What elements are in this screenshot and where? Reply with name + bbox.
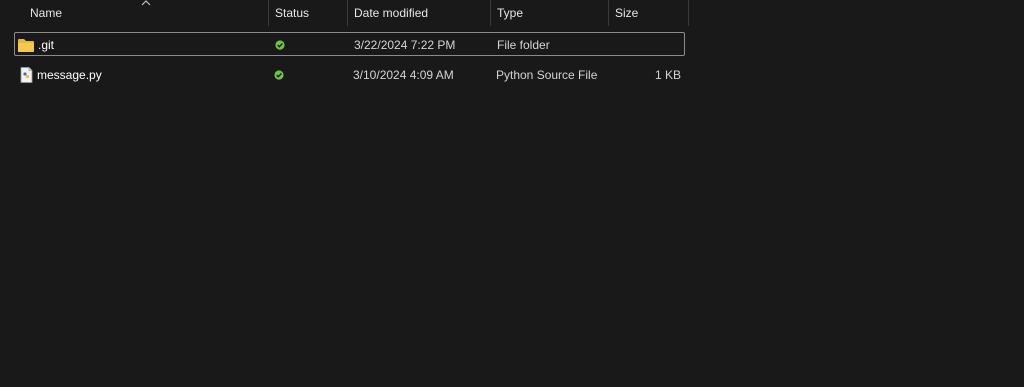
- file-name: .git: [38, 38, 55, 52]
- column-header-type[interactable]: Type: [497, 0, 523, 26]
- file-name: message.py: [37, 68, 102, 82]
- file-row-git[interactable]: .git 3/22/2024 7:22 PM File folder: [14, 32, 685, 56]
- file-type: Python Source File: [496, 68, 598, 82]
- python-file-icon: [20, 67, 33, 83]
- file-list-pane: Name Status Date modified Type Size .git…: [0, 0, 1024, 387]
- file-size: [622, 33, 682, 57]
- column-header-size[interactable]: Size: [615, 0, 638, 26]
- column-header-name[interactable]: Name: [30, 0, 62, 26]
- column-divider[interactable]: [490, 0, 491, 26]
- date-modified: 3/22/2024 7:22 PM: [354, 38, 456, 52]
- file-row-message-py[interactable]: message.py 3/10/2024 4:09 AM Python Sour…: [14, 63, 685, 87]
- column-header-date-modified[interactable]: Date modified: [354, 0, 428, 26]
- sync-ok-status-icon: [274, 70, 284, 80]
- sync-ok-status-icon: [275, 40, 285, 50]
- file-size: 1 KB: [654, 68, 681, 82]
- sort-ascending-icon: [141, 0, 151, 6]
- folder-icon: [18, 39, 34, 52]
- column-header-bar: Name Status Date modified Type Size: [0, 0, 690, 26]
- column-divider[interactable]: [688, 0, 689, 26]
- date-modified: 3/10/2024 4:09 AM: [353, 68, 454, 82]
- file-type: File folder: [497, 38, 550, 52]
- column-divider[interactable]: [268, 0, 269, 26]
- column-header-status[interactable]: Status: [275, 0, 309, 26]
- column-divider[interactable]: [347, 0, 348, 26]
- column-divider[interactable]: [608, 0, 609, 26]
